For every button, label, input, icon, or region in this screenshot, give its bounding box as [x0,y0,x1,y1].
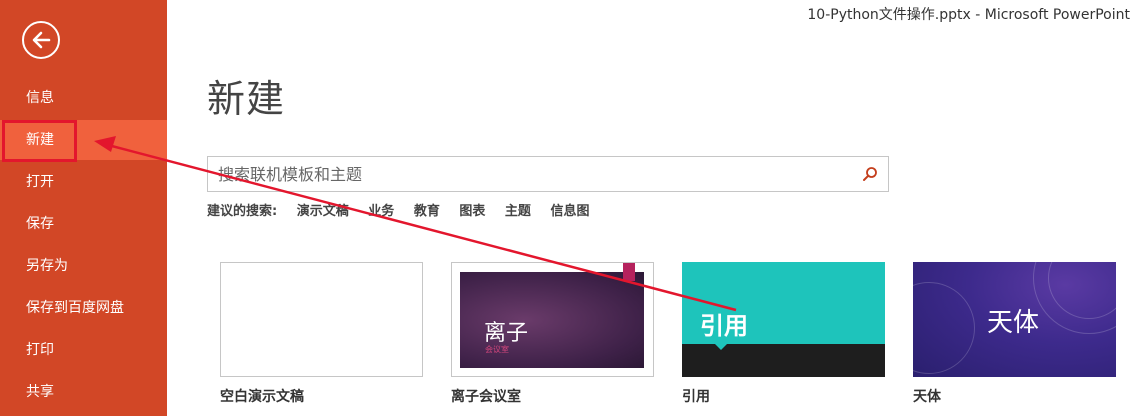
nav-new[interactable]: 新建 [0,120,167,160]
template-blank[interactable]: 空白演示文稿 [220,262,423,405]
suggested-searches: 建议的搜索: 演示文稿 业务 教育 图表 主题 信息图 [207,200,604,222]
template-thumbnail[interactable]: 引用 [682,262,885,377]
suggestion-link[interactable]: 图表 [459,200,485,219]
suggestion-link[interactable]: 信息图 [550,200,589,219]
arrow-left-icon [32,31,51,49]
backstage-sidebar: 信息 新建 打开 保存 另存为 保存到百度网盘 打印 共享 [0,0,167,416]
template-label: 空白演示文稿 [220,389,304,405]
nav-share[interactable]: 共享 [0,372,167,412]
quote-thumb-title: 引用 [700,312,748,340]
back-button[interactable] [22,21,60,59]
nav-save[interactable]: 保存 [0,204,167,244]
template-quotable[interactable]: 引用 引用 [682,262,885,405]
ion-thumb-title: 离子 [484,321,529,346]
template-thumbnail[interactable]: 离子 会议室 [451,262,654,377]
template-label: 离子会议室 [451,389,521,405]
nav-save-baidu[interactable]: 保存到百度网盘 [0,288,167,328]
template-thumbnail[interactable]: 天体 [913,262,1116,377]
template-label: 引用 [682,389,710,405]
search-icon[interactable] [862,166,878,182]
suggestion-link[interactable]: 教育 [414,200,440,219]
template-search-box [207,156,889,192]
quote-notch [715,344,727,350]
template-thumbnail[interactable] [220,262,423,377]
suggestion-link[interactable]: 主题 [505,200,531,219]
suggestion-link[interactable]: 演示文稿 [297,200,349,219]
template-ion-boardroom[interactable]: 离子 会议室 离子会议室 [451,262,654,405]
celestial-decoration [913,282,975,374]
suggestion-link[interactable]: 业务 [368,200,394,219]
celestial-thumb-title: 天体 [987,308,1040,338]
template-label: 天体 [913,389,941,405]
window-title: 10-Python文件操作.pptx - Microsoft PowerPoin… [807,7,1130,23]
nav-open[interactable]: 打开 [0,162,167,202]
quote-dark-band [682,344,885,377]
suggested-label: 建议的搜索: [207,204,278,219]
template-celestial[interactable]: 天体 天体 [913,262,1116,405]
nav-save-as[interactable]: 另存为 [0,246,167,286]
ion-thumb-subtitle: 会议室 [485,345,509,354]
ion-accent-tab [623,263,635,281]
nav-print[interactable]: 打印 [0,330,167,370]
search-input[interactable] [216,157,850,191]
page-title: 新建 [207,77,286,121]
nav-info[interactable]: 信息 [0,78,167,118]
